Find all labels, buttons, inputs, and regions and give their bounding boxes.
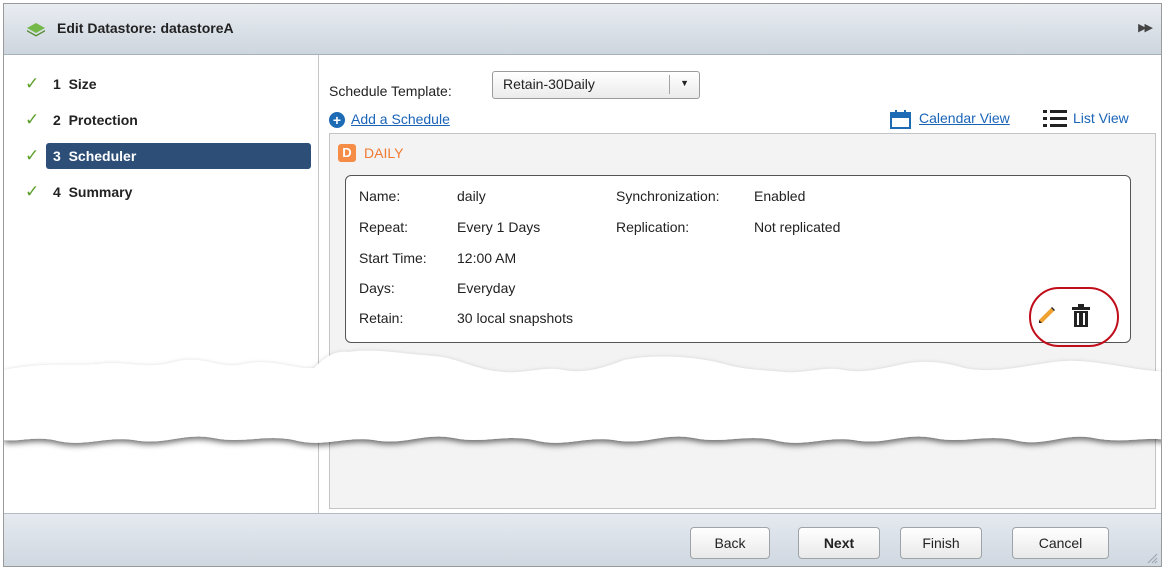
- resize-grip-icon[interactable]: [1146, 552, 1158, 564]
- list-view-link[interactable]: List View: [1073, 110, 1129, 126]
- edit-datastore-dialog: Edit Datastore: datastoreA ▶▶ ✓ 1 Size ✓…: [3, 3, 1162, 567]
- add-schedule-link[interactable]: Add a Schedule: [351, 111, 450, 127]
- check-icon: ✓: [25, 74, 40, 93]
- plus-circle-icon: +: [329, 112, 345, 128]
- schedule-type-label: DAILY: [364, 145, 404, 161]
- retain-value: 30 local snapshots: [457, 310, 573, 326]
- step-label: 1 Size: [53, 76, 97, 92]
- select-separator: [669, 75, 670, 94]
- repeat-key: Repeat:: [359, 219, 409, 235]
- schedule-template-select[interactable]: Retain-30Daily ▼: [492, 71, 700, 99]
- schedule-card: Name: daily Repeat: Every 1 Days Start T…: [345, 175, 1131, 347]
- replication-value: Not replicated: [754, 219, 841, 235]
- step-label: 2 Protection: [53, 112, 138, 128]
- step-label: 4 Summary: [53, 184, 133, 200]
- start-time-value: 12:00 AM: [457, 250, 517, 266]
- synchronization-key: Synchronization:: [616, 188, 720, 204]
- back-button[interactable]: Back: [690, 527, 770, 559]
- days-key: Days:: [359, 280, 395, 296]
- finish-button[interactable]: Finish: [900, 527, 982, 559]
- dialog-footer: Back Next Finish Cancel: [4, 513, 1161, 566]
- daily-badge-icon: D: [338, 144, 356, 162]
- calendar-icon[interactable]: [890, 110, 911, 129]
- nav-step-size[interactable]: ✓ 1 Size: [9, 71, 309, 97]
- step-label: 3 Scheduler: [46, 143, 311, 169]
- check-icon: ✓: [25, 146, 40, 165]
- name-key: Name:: [359, 188, 401, 204]
- title-bar: Edit Datastore: datastoreA ▶▶: [4, 4, 1161, 55]
- synchronization-value: Enabled: [754, 188, 806, 204]
- retain-key: Retain:: [359, 310, 404, 326]
- replication-key: Replication:: [616, 219, 690, 235]
- torn-page-divider: [4, 350, 1161, 443]
- schedule-template-label: Schedule Template:: [329, 83, 452, 99]
- start-time-key: Start Time:: [359, 250, 427, 266]
- cancel-button[interactable]: Cancel: [1012, 527, 1109, 559]
- datastore-icon: [27, 23, 45, 37]
- check-icon: ✓: [25, 110, 40, 129]
- days-value: Everyday: [457, 280, 516, 296]
- chevron-down-icon: ▼: [680, 78, 689, 88]
- name-value: daily: [457, 188, 486, 204]
- highlight-circle: [1029, 287, 1119, 347]
- collapse-icon[interactable]: ▶▶: [1138, 21, 1153, 34]
- repeat-value: Every 1 Days: [457, 219, 541, 235]
- next-button[interactable]: Next: [798, 527, 880, 559]
- calendar-view-link[interactable]: Calendar View: [919, 110, 1010, 126]
- schedule-template-value: Retain-30Daily: [503, 76, 595, 92]
- nav-step-scheduler[interactable]: ✓ 3 Scheduler: [9, 143, 311, 169]
- dialog-title: Edit Datastore: datastoreA: [57, 20, 234, 36]
- nav-step-protection[interactable]: ✓ 2 Protection: [9, 107, 309, 133]
- list-icon[interactable]: [1042, 108, 1068, 130]
- check-icon: ✓: [25, 182, 40, 201]
- nav-step-summary[interactable]: ✓ 4 Summary: [9, 179, 309, 205]
